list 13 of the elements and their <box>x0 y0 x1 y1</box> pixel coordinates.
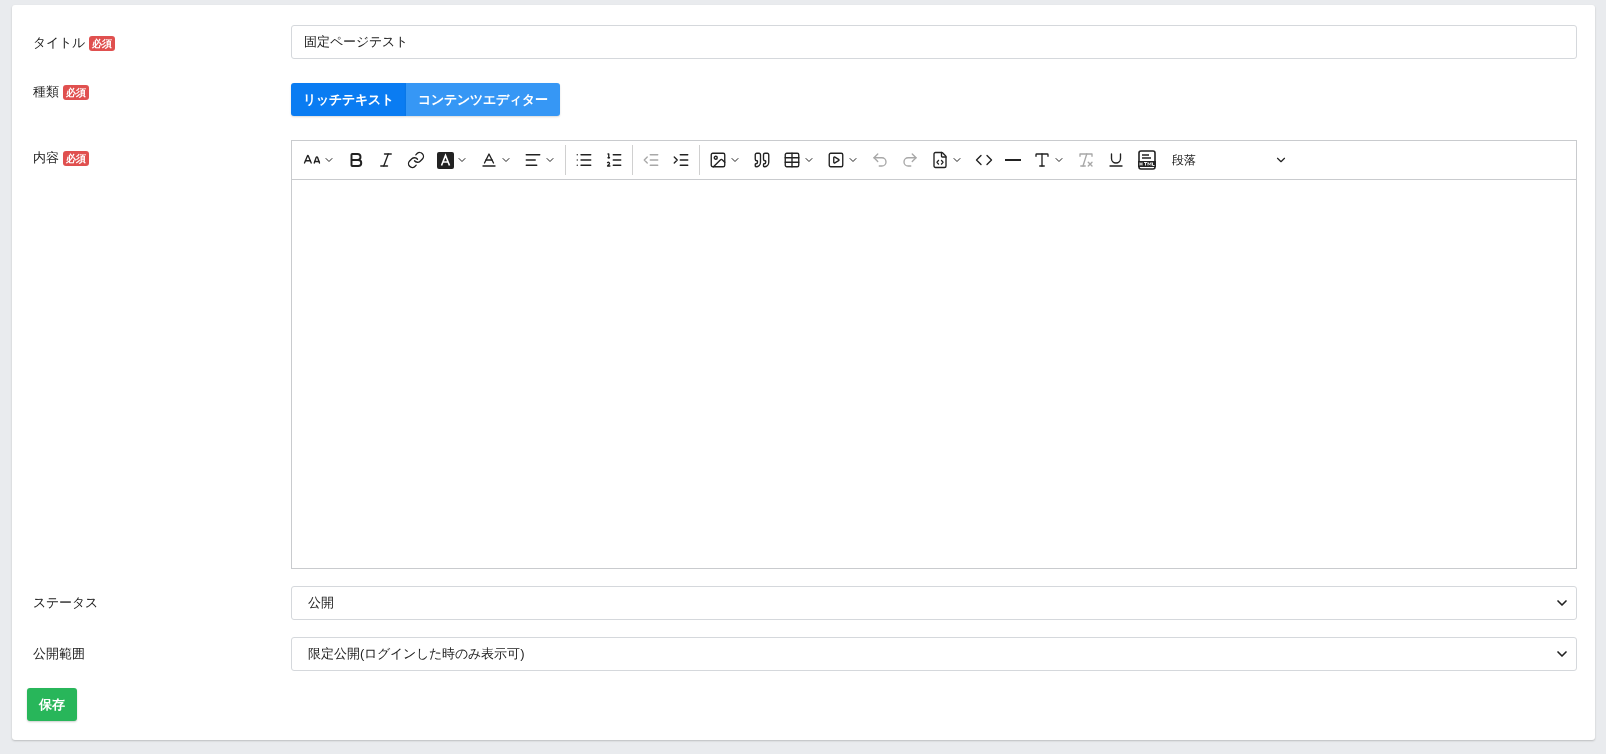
title-input[interactable]: 固定ページテスト <box>291 25 1577 59</box>
field-label: 内容 <box>33 149 59 167</box>
field-label: 公開範囲 <box>33 645 85 663</box>
select-field[interactable]: 限定公開(ログインした時のみ表示可) <box>291 637 1577 671</box>
required-badge: 必須 <box>63 150 89 166</box>
field-label: タイトル <box>33 34 85 52</box>
select-field[interactable]: 公開 <box>291 586 1577 620</box>
field-label: 種類 <box>33 83 59 101</box>
type-toggle-button[interactable]: リッチテキスト <box>291 83 406 116</box>
field-label: ステータス <box>33 594 98 612</box>
required-badge: 必須 <box>63 84 89 100</box>
required-badge: 必須 <box>89 35 115 51</box>
heading-dropdown[interactable]: 段落 <box>1164 145 1294 175</box>
